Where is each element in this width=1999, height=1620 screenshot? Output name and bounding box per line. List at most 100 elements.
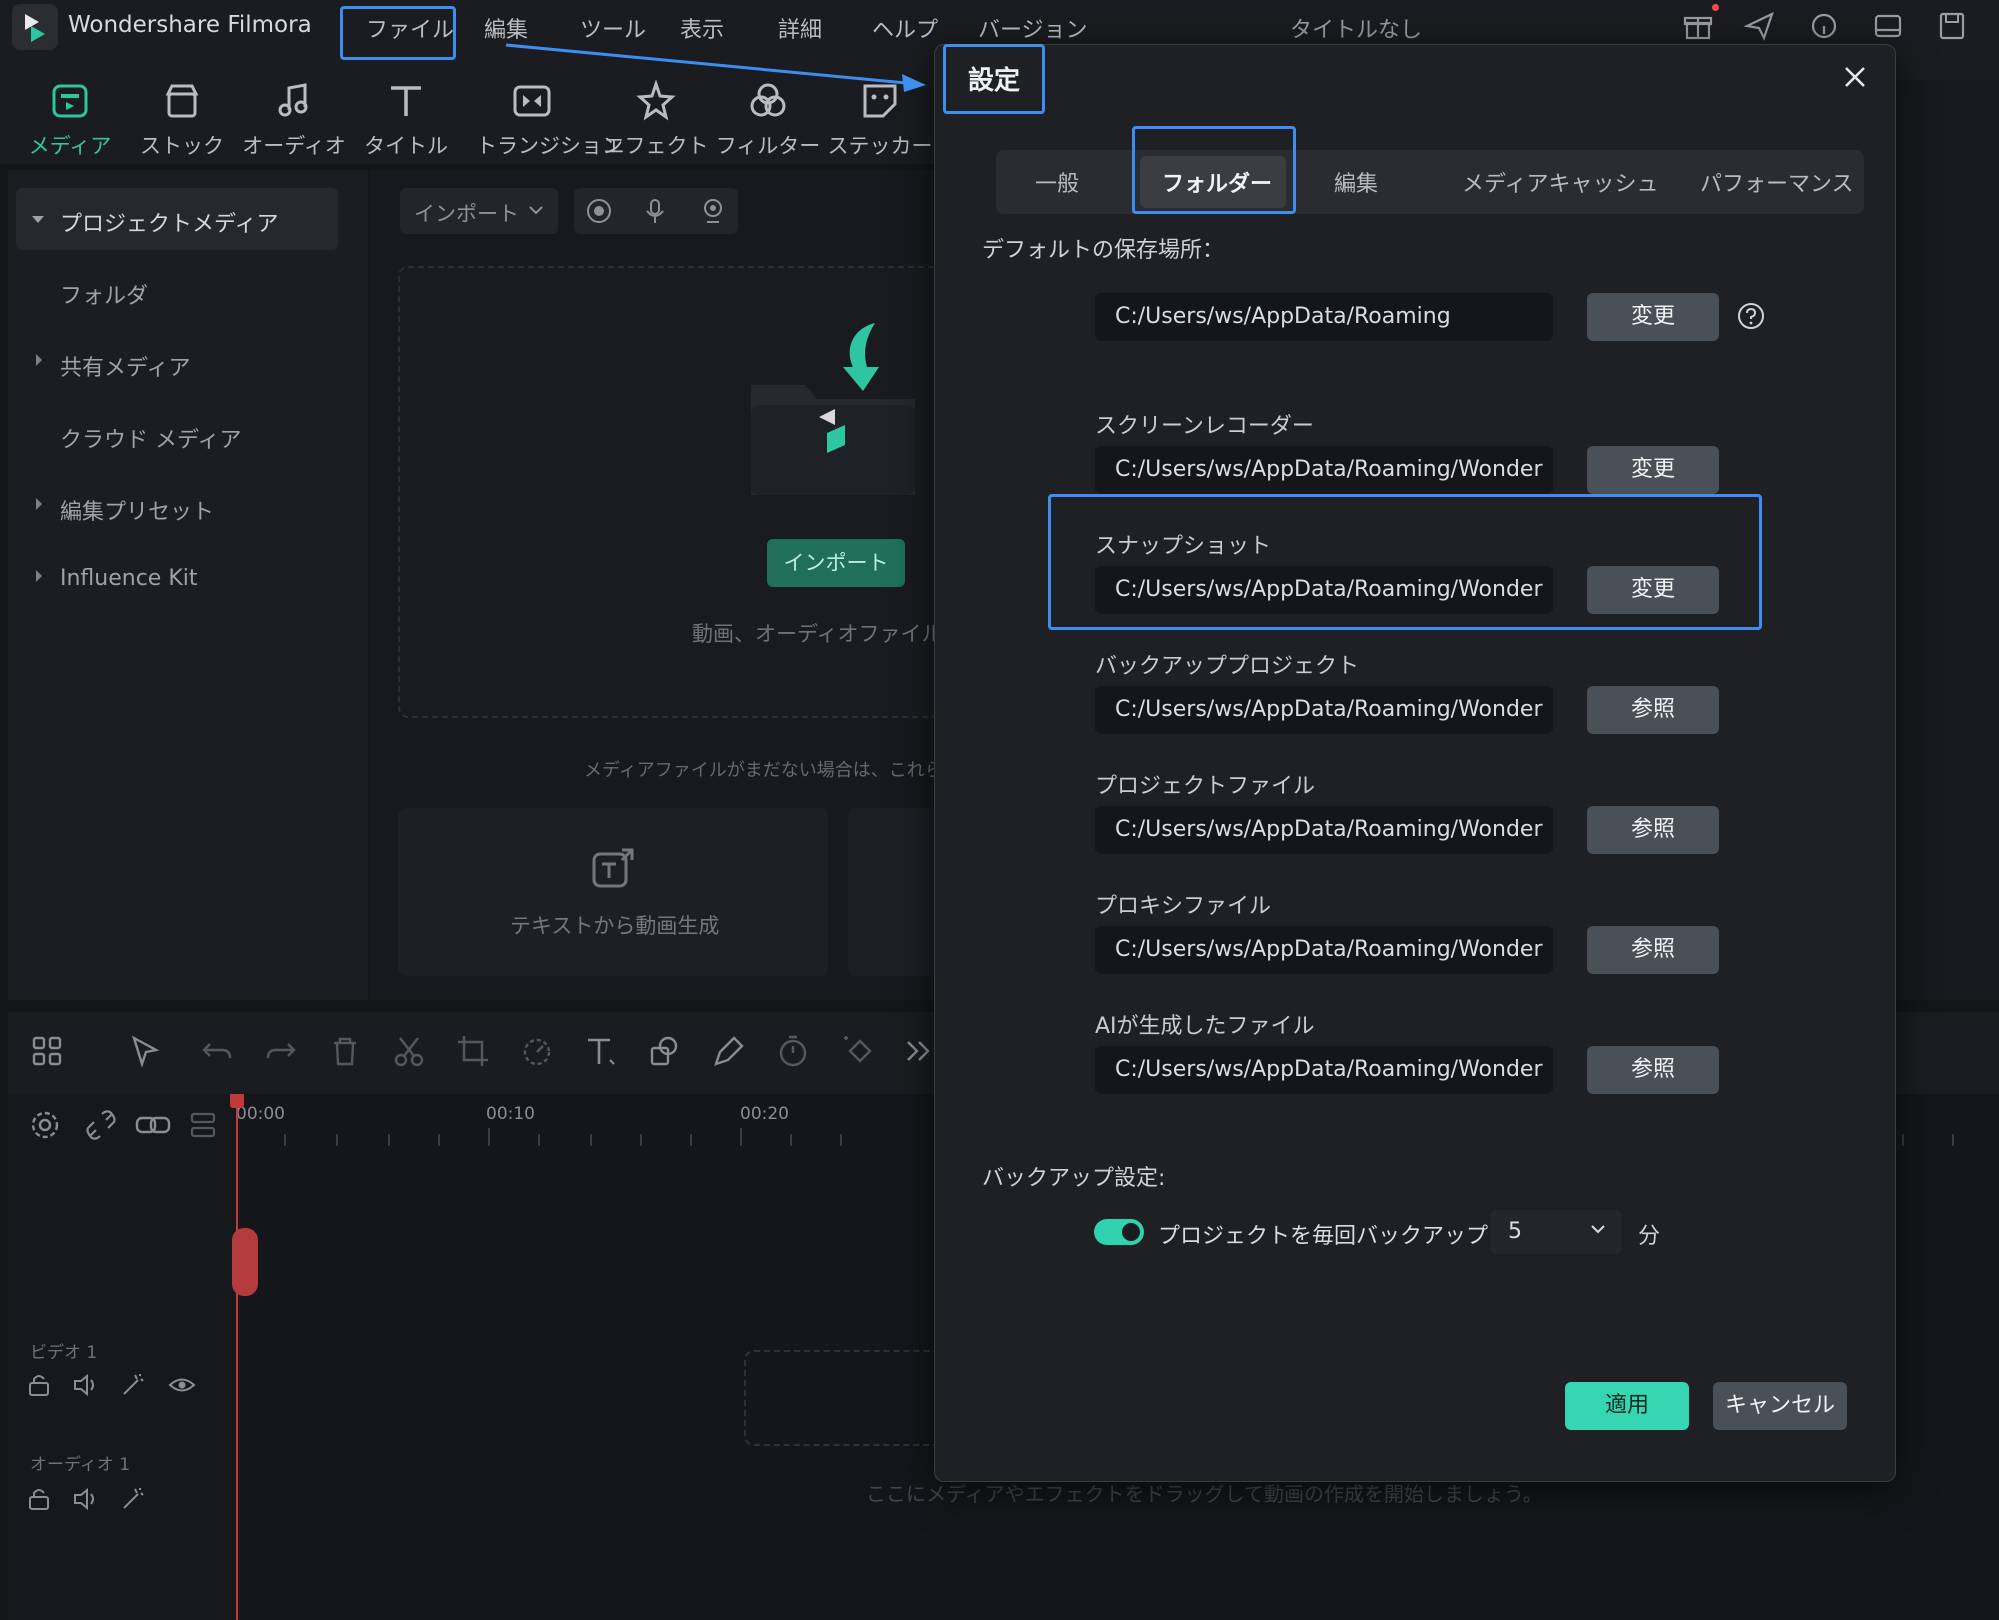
- undo-icon[interactable]: [200, 1034, 234, 1068]
- no-media-hint-text: メディアファイルがまだない場合は、これらのツ: [584, 760, 979, 781]
- menu-edit[interactable]: 編集: [484, 12, 528, 44]
- select-pointer-icon[interactable]: [128, 1034, 162, 1068]
- import-button[interactable]: インポート: [767, 539, 905, 587]
- tab-media-cache[interactable]: メディアキャッシュ: [1462, 166, 1658, 198]
- import-dropdown[interactable]: インポート: [400, 188, 558, 234]
- text-to-video-label: テキストから動画生成: [510, 914, 720, 938]
- screen-record-icon[interactable]: [584, 196, 614, 226]
- folder-label-backup-project: バックアッププロジェクト: [1095, 654, 1360, 679]
- text-tool-icon[interactable]: [584, 1034, 618, 1068]
- default-path-field[interactable]: C:/Users/ws/AppData/Roaming: [1095, 293, 1553, 341]
- sidebar-item-folder[interactable]: フォルダ: [16, 260, 338, 322]
- ruler-tick: [790, 1134, 792, 1146]
- layout-grid-icon[interactable]: [30, 1034, 64, 1068]
- close-icon[interactable]: [1838, 60, 1872, 94]
- path-field-ai-files[interactable]: C:/Users/ws/AppData/Roaming/Wonder: [1095, 1046, 1553, 1094]
- tab-filter[interactable]: フィルター: [712, 80, 824, 160]
- menu-help[interactable]: ヘルプ: [872, 12, 938, 44]
- backup-interval-select[interactable]: 5: [1490, 1210, 1622, 1254]
- sidebar-item-project-media[interactable]: プロジェクトメディア: [16, 188, 338, 250]
- menu-advanced[interactable]: 詳細: [778, 12, 822, 44]
- more-tools-icon[interactable]: [904, 1034, 934, 1068]
- tab-media[interactable]: メディア: [14, 80, 126, 160]
- tab-effect-label: エフェクト: [603, 134, 709, 158]
- ruler-label: 00:00: [236, 1104, 285, 1124]
- redo-icon[interactable]: [264, 1034, 298, 1068]
- speaker-icon[interactable]: [72, 1486, 100, 1512]
- pen-tool-icon[interactable]: [712, 1034, 746, 1068]
- menu-version[interactable]: バージョン: [978, 12, 1088, 44]
- change-screen-recorder-button[interactable]: 変更: [1587, 446, 1719, 494]
- microphone-icon[interactable]: [640, 196, 670, 226]
- sidebar-item-cloud-media[interactable]: クラウド メディア: [16, 404, 338, 466]
- help-icon[interactable]: [1737, 302, 1765, 330]
- link-icon[interactable]: [134, 1108, 172, 1142]
- tab-title[interactable]: タイトル: [350, 80, 462, 160]
- path-value: C:/Users/ws/AppData/Roaming/Wonder: [1115, 457, 1543, 482]
- unlink-icon[interactable]: [84, 1108, 118, 1142]
- tab-general[interactable]: 一般: [1035, 166, 1079, 198]
- ruler-tick: [640, 1134, 642, 1146]
- tab-performance[interactable]: パフォーマンス: [1700, 166, 1854, 198]
- keyframe-icon[interactable]: [840, 1034, 880, 1068]
- cancel-button[interactable]: キャンセル: [1713, 1382, 1847, 1430]
- gear-icon[interactable]: [28, 1108, 62, 1142]
- tab-stock[interactable]: ストック: [126, 80, 238, 160]
- webcam-icon[interactable]: [698, 196, 728, 226]
- text-to-video-card[interactable]: テキストから動画生成: [398, 808, 828, 976]
- path-field-project-file[interactable]: C:/Users/ws/AppData/Roaming/Wonder: [1095, 806, 1553, 854]
- path-field-backup-project[interactable]: C:/Users/ws/AppData/Roaming/Wonder: [1095, 686, 1553, 734]
- scissors-icon[interactable]: [392, 1034, 426, 1068]
- menu-view[interactable]: 表示: [680, 12, 724, 44]
- crop-icon[interactable]: [456, 1034, 490, 1068]
- layout-icon[interactable]: [1870, 8, 1906, 44]
- sidebar-item-influence-kit[interactable]: Influence Kit: [16, 548, 338, 610]
- ruler-tick: [690, 1134, 692, 1146]
- filter-icon: [750, 83, 786, 117]
- tab-filter-label: フィルター: [715, 134, 821, 158]
- browse-proxy-file-button[interactable]: 参照: [1587, 926, 1719, 974]
- timer-icon[interactable]: [776, 1034, 810, 1068]
- magic-wand-icon[interactable]: [120, 1372, 146, 1398]
- eye-icon[interactable]: [168, 1372, 196, 1398]
- shape-tool-icon[interactable]: [648, 1034, 682, 1068]
- send-icon[interactable]: [1742, 8, 1778, 44]
- browse-backup-project-button[interactable]: 参照: [1587, 686, 1719, 734]
- path-value: C:/Users/ws/AppData/Roaming: [1115, 304, 1451, 329]
- ruler-tick: [590, 1134, 592, 1146]
- gift-icon[interactable]: [1680, 8, 1716, 44]
- change-default-button[interactable]: 変更: [1587, 293, 1719, 341]
- sidebar-item-shared-media[interactable]: 共有メディア: [16, 332, 338, 394]
- tab-sticker[interactable]: ステッカー: [824, 80, 936, 160]
- sidebar-item-edit-presets[interactable]: 編集プリセット: [16, 476, 338, 538]
- tab-audio[interactable]: オーディオ: [238, 80, 350, 160]
- menu-tools[interactable]: ツール: [580, 12, 646, 44]
- ruler-tick: [740, 1128, 742, 1146]
- browse-ai-files-button[interactable]: 参照: [1587, 1046, 1719, 1094]
- apply-button[interactable]: 適用: [1565, 1382, 1689, 1430]
- speed-icon[interactable]: [520, 1034, 554, 1068]
- ruler-label: 00:20: [740, 1104, 789, 1124]
- ruler-label: 00:10: [486, 1104, 535, 1124]
- playhead-line[interactable]: [236, 1094, 238, 1620]
- tab-edit[interactable]: 編集: [1334, 166, 1378, 198]
- sidebar-item-label: 編集プリセット: [60, 500, 215, 525]
- playhead-marker[interactable]: [232, 1228, 258, 1296]
- speaker-icon[interactable]: [72, 1372, 100, 1398]
- browse-project-file-button[interactable]: 参照: [1587, 806, 1719, 854]
- tab-transition[interactable]: トランジション: [476, 80, 623, 160]
- magic-wand-icon[interactable]: [120, 1486, 146, 1512]
- playhead-handle[interactable]: [230, 1094, 244, 1108]
- lock-icon[interactable]: [26, 1372, 52, 1398]
- headset-support-icon[interactable]: [1806, 8, 1842, 44]
- drop-hint-text: 動画、オーディオファイル、: [692, 622, 964, 646]
- track-add-icon[interactable]: [188, 1108, 222, 1142]
- tab-effect[interactable]: エフェクト: [600, 80, 712, 160]
- backup-toggle[interactable]: [1094, 1219, 1144, 1245]
- delete-icon[interactable]: [328, 1034, 362, 1068]
- path-field-screen-recorder[interactable]: C:/Users/ws/AppData/Roaming/Wonder: [1095, 446, 1553, 494]
- lock-icon[interactable]: [26, 1486, 52, 1512]
- path-field-proxy-file[interactable]: C:/Users/ws/AppData/Roaming/Wonder: [1095, 926, 1553, 974]
- music-note-icon: [278, 83, 308, 117]
- save-icon[interactable]: [1934, 8, 1970, 44]
